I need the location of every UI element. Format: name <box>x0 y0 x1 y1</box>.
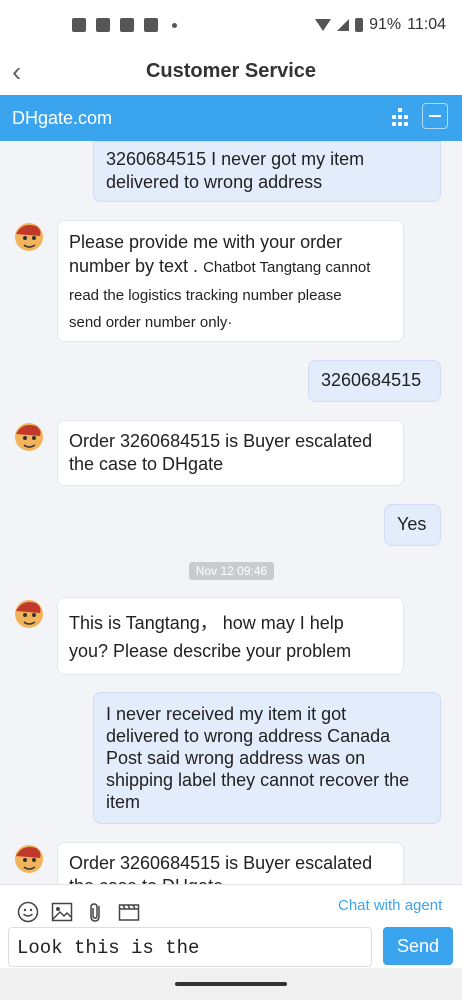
signal-icon <box>337 19 350 31</box>
battery-icon <box>355 18 364 32</box>
menu-grid-icon[interactable] <box>390 108 410 128</box>
brand-name: DHgate.com <box>12 108 113 128</box>
wifi-icon <box>315 19 332 31</box>
message-line: I never received my item it got <box>106 704 347 724</box>
battery-percent: 91% <box>369 16 402 33</box>
message-line: This is Tangtang， how may I help <box>69 613 344 633</box>
bot-message: This is Tangtang， how may I help you? Pl… <box>57 597 404 675</box>
message-line: send order number only· <box>69 314 233 331</box>
message-line: number by text . <box>69 256 199 276</box>
message-line: Please provide me with your order <box>69 232 343 252</box>
notification-icons <box>72 18 177 32</box>
message-line: Yes <box>397 514 427 534</box>
message-line: 3260684515 I never got my item <box>106 149 365 169</box>
attachment-icon[interactable] <box>85 901 107 923</box>
image-icon[interactable] <box>51 901 73 923</box>
more-notifications-icon <box>172 22 177 28</box>
bot-avatar-icon <box>15 223 43 251</box>
message-line: Chatbot Tangtang cannot <box>203 259 371 276</box>
message-line: Order 3260684515 is Buyer escalated <box>69 431 373 451</box>
message-line: read the logistics tracking number pleas… <box>69 287 342 304</box>
message-input[interactable]: Look this is the <box>8 927 372 967</box>
bot-avatar-icon <box>15 600 43 628</box>
chat-with-agent-link[interactable]: Chat with agent <box>338 897 442 914</box>
clock: 11:04 <box>407 16 446 33</box>
news-icon <box>144 18 158 32</box>
send-button[interactable]: Send <box>383 927 453 965</box>
message-line: Post said wrong address was on <box>106 748 366 768</box>
bot-avatar-icon <box>15 423 43 451</box>
user-message: Yes <box>384 504 441 546</box>
message-line: the case to DHgate <box>69 454 224 474</box>
timestamp: Nov 12 09:46 <box>189 562 274 580</box>
message-line: 3260684515 <box>321 370 422 390</box>
gmail-icon <box>120 18 134 32</box>
system-nav-bar <box>0 968 462 1000</box>
message-line: delivered to wrong address <box>106 172 323 192</box>
user-message: I never received my item it got delivere… <box>93 692 441 824</box>
facebook-icon <box>96 18 110 32</box>
user-message: 3260684515 I never got my item delivered… <box>93 141 441 202</box>
message-line: Order 3260684515 is Buyer escalated <box>69 853 373 873</box>
bot-avatar-icon <box>15 845 43 873</box>
video-icon[interactable] <box>118 901 140 923</box>
title-bar: ‹ Customer Service <box>0 52 462 95</box>
status-bar: 91% 11:04 <box>0 0 462 52</box>
emoji-icon[interactable] <box>17 901 39 923</box>
page-title: Customer Service <box>145 60 317 82</box>
bot-message: Please provide me with your order number… <box>57 220 404 342</box>
chat-header: DHgate.com <box>0 95 462 141</box>
user-message: 3260684515 <box>308 360 441 402</box>
minimize-icon[interactable] <box>422 103 448 129</box>
bot-message: Order 3260684515 is Buyer escalated the … <box>57 420 404 486</box>
message-line: you? Please describe your problem <box>69 641 352 661</box>
message-line: item <box>106 792 141 812</box>
message-line: delivered to wrong address Canada <box>106 726 391 746</box>
facebook-icon <box>72 18 86 32</box>
system-icons: 91% 11:04 <box>315 16 446 34</box>
home-indicator[interactable] <box>175 982 287 986</box>
message-line: shipping label they cannot recover the <box>106 770 410 790</box>
